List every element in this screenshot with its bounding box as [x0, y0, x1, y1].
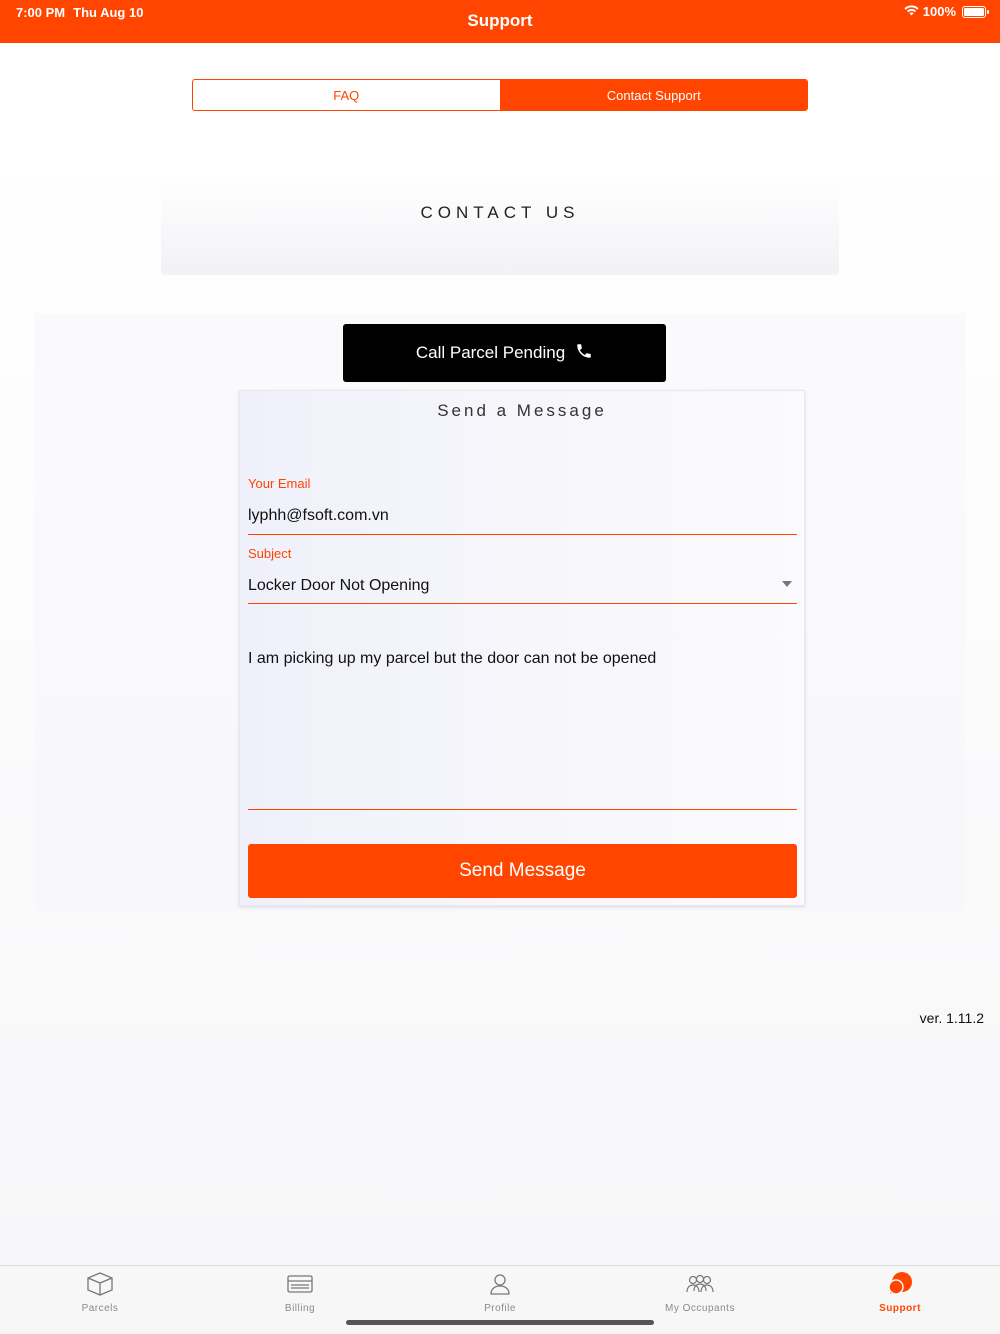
tab-label-billing: Billing	[284, 1303, 316, 1314]
tab-label-my-occupants: My Occupants	[665, 1303, 735, 1314]
support-chat-icon	[885, 1271, 915, 1297]
version-label: ver. 1.11.2	[919, 1010, 984, 1026]
occupants-icon	[685, 1271, 715, 1297]
tab-faq[interactable]: FAQ	[193, 80, 500, 110]
subject-underline	[248, 603, 797, 604]
tab-my-occupants[interactable]: My Occupants	[600, 1271, 800, 1315]
billing-icon	[285, 1271, 315, 1297]
tab-contact-support[interactable]: Contact Support	[499, 80, 807, 110]
tab-label-parcels: Parcels	[81, 1303, 119, 1314]
home-indicator	[346, 1320, 654, 1325]
email-underline	[248, 534, 797, 535]
tab-label-profile: Profile	[484, 1303, 516, 1314]
phone-icon	[575, 342, 593, 365]
status-indicators: 100%	[904, 4, 989, 19]
subject-select[interactable]: Locker Door Not Opening	[248, 577, 429, 595]
tab-parcels[interactable]: Parcels	[0, 1271, 200, 1315]
message-underline	[248, 809, 797, 810]
contact-us-banner: CONTACT US	[161, 173, 839, 275]
send-message-button[interactable]: Send Message	[248, 844, 797, 898]
message-textarea[interactable]: I am picking up my parcel but the door c…	[248, 650, 797, 800]
main-content: FAQ Contact Support CONTACT US Call Parc…	[0, 43, 1000, 1265]
navigation-bar: 7:00 PM Thu Aug 10 Support 100%	[0, 0, 1000, 43]
send-message-title: Send a Message	[437, 401, 607, 420]
email-label: Your Email	[248, 476, 311, 491]
email-field[interactable]: lyphh@fsoft.com.vn	[248, 507, 389, 525]
contact-us-title: CONTACT US	[420, 203, 580, 222]
send-message-card: Send a Message Your Email lyphh@fsoft.co…	[239, 390, 805, 906]
support-segmented-control: FAQ Contact Support	[192, 79, 808, 111]
call-parcel-pending-button[interactable]: Call Parcel Pending	[343, 324, 666, 382]
chevron-down-icon[interactable]	[782, 581, 792, 587]
wifi-icon	[904, 4, 919, 19]
page-title: Support	[467, 11, 533, 30]
tab-billing[interactable]: Billing	[200, 1271, 400, 1315]
tab-profile[interactable]: Profile	[400, 1271, 600, 1315]
call-button-label: Call Parcel Pending	[415, 343, 566, 362]
tab-label-support: Support	[879, 1303, 921, 1314]
tab-support[interactable]: Support	[800, 1271, 1000, 1315]
battery-percent: 100%	[922, 4, 956, 19]
profile-icon	[485, 1271, 515, 1297]
battery-icon	[962, 5, 989, 18]
box-icon	[85, 1271, 115, 1297]
subject-label: Subject	[248, 546, 292, 561]
